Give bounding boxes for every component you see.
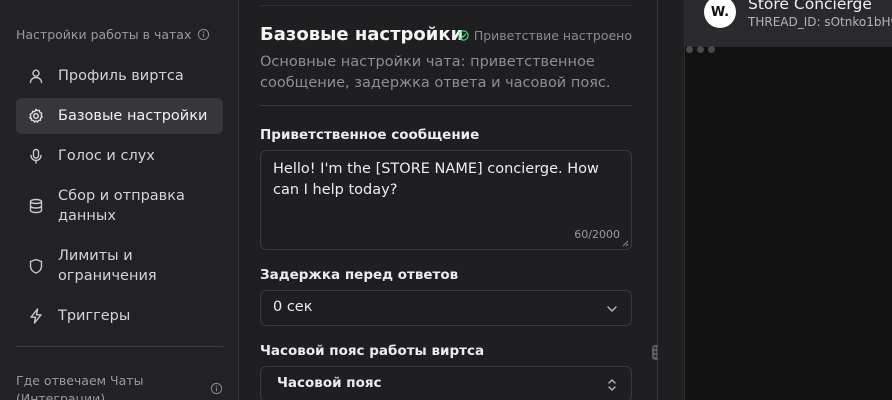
delay-value: 0 сек bbox=[273, 299, 313, 315]
microphone-icon bbox=[30, 148, 42, 164]
sidebar-item-triggers[interactable]: Триггеры bbox=[16, 298, 223, 334]
chat-preview-header: W. Store Concierge THREAD_ID: sOtnko1bHw bbox=[685, 0, 892, 47]
page-description: Основные настройки чата: приветственное … bbox=[260, 54, 611, 91]
sidebar-group-title-text: Где отвечаем Чаты (Интеграции) bbox=[16, 373, 144, 400]
thread-id: THREAD_ID: sOtnko1bHw bbox=[748, 15, 892, 29]
chevron-down-icon bbox=[607, 306, 617, 312]
chevron-up-down-icon bbox=[608, 379, 616, 391]
page-title: Базовые настройки bbox=[260, 24, 464, 45]
sidebar-group-integrations: Где отвечаем Чаты (Интеграции) bbox=[16, 372, 223, 400]
sidebar-item-label: Сбор и отправка данных bbox=[58, 188, 185, 224]
sidebar-item-limits[interactable]: Лимиты и ограничения bbox=[16, 238, 223, 294]
user-icon bbox=[29, 69, 43, 84]
welcome-message-text: Hello! I'm the [STORE NAME] concierge. H… bbox=[273, 161, 599, 198]
sidebar-group-title: Настройки работы в чатах bbox=[16, 27, 210, 42]
sidebar-group-title-text: Настройки работы в чатах bbox=[16, 27, 192, 42]
sidebar-item-data-collection[interactable]: Сбор и отправка данных bbox=[16, 178, 223, 234]
info-icon[interactable] bbox=[210, 382, 223, 395]
welcome-message-textarea[interactable]: Hello! I'm the [STORE NAME] concierge. H… bbox=[260, 150, 632, 250]
gear-icon bbox=[29, 108, 43, 123]
delay-select[interactable]: 0 сек bbox=[260, 290, 632, 326]
delay-label: Задержка перед ответов bbox=[260, 267, 459, 283]
chat-preview: W. Store Concierge THREAD_ID: sOtnko1bHw bbox=[684, 0, 892, 400]
check-circle-icon bbox=[458, 30, 469, 41]
timezone-label: Часовой пояс работы виртса bbox=[260, 343, 485, 359]
sidebar-divider bbox=[16, 346, 223, 347]
typing-indicator bbox=[686, 46, 715, 53]
sidebar-item-label: Лимиты и ограничения bbox=[58, 248, 157, 284]
info-icon[interactable] bbox=[197, 28, 210, 41]
database-icon bbox=[29, 198, 43, 214]
typing-dot bbox=[686, 46, 693, 53]
typing-dot bbox=[708, 46, 715, 53]
settings-sidebar: Настройки работы в чатах Профиль виртса … bbox=[0, 0, 239, 400]
sidebar-item-label: Голос и слух bbox=[58, 148, 155, 164]
status-text: Приветствие настроено bbox=[473, 28, 632, 43]
sidebar-item-label: Триггеры bbox=[58, 308, 131, 324]
status-badge: Приветствие настроено bbox=[458, 28, 632, 43]
settings-main-panel: Базовые настройки Приветствие настроено … bbox=[240, 0, 657, 400]
welcome-message-label: Приветственное сообщение bbox=[260, 127, 480, 143]
chat-title: Store Concierge bbox=[748, 0, 872, 13]
sidebar-item-basic-settings[interactable]: Базовые настройки bbox=[16, 98, 223, 134]
resize-handle-icon[interactable] bbox=[621, 239, 629, 247]
timezone-select[interactable]: Часовой пояс bbox=[260, 366, 632, 400]
lightning-icon bbox=[30, 308, 42, 324]
sidebar-item-label: Профиль виртса bbox=[58, 68, 184, 84]
sidebar-item-profile[interactable]: Профиль виртса bbox=[16, 58, 223, 94]
sidebar-item-voice[interactable]: Голос и слух bbox=[16, 138, 223, 174]
shield-icon bbox=[29, 258, 43, 274]
preview-gutter bbox=[658, 0, 684, 400]
timezone-value: Часовой пояс bbox=[277, 375, 382, 391]
character-counter: 60/2000 bbox=[574, 228, 620, 241]
top-divider bbox=[260, 5, 632, 6]
avatar: W. bbox=[704, 0, 736, 28]
typing-dot bbox=[697, 46, 704, 53]
sidebar-item-label: Базовые настройки bbox=[58, 108, 208, 124]
section-divider bbox=[260, 105, 632, 106]
